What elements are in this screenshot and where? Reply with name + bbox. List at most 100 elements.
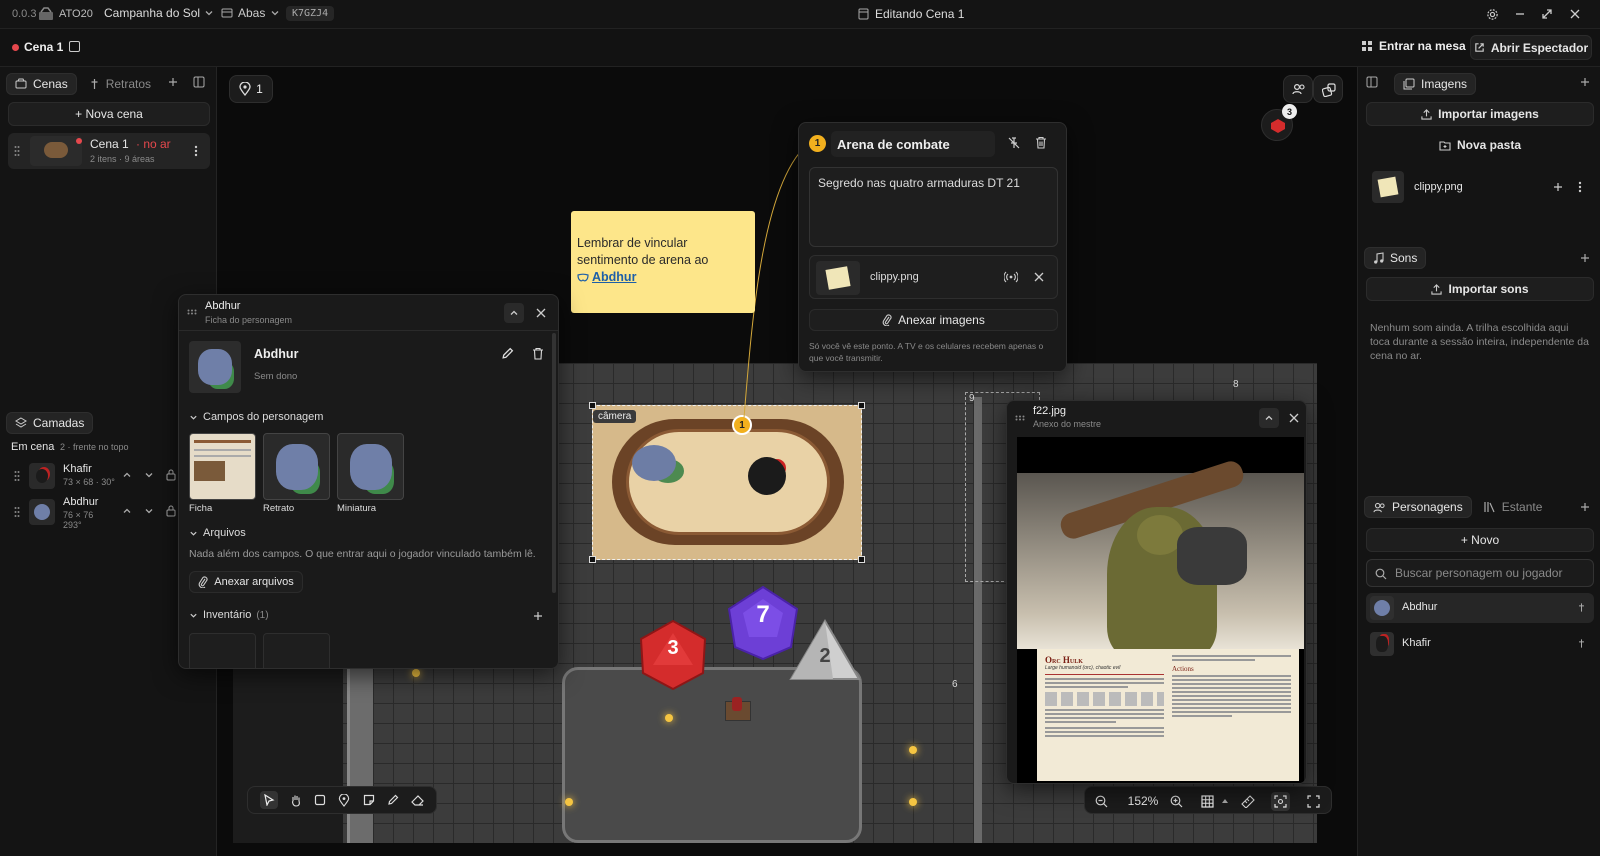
resize-handle[interactable] [589, 556, 596, 563]
attach-files-button[interactable]: Anexar arquivos [189, 571, 303, 593]
pin-off-icon[interactable] [1007, 136, 1021, 150]
collapse-panel-icon[interactable] [1366, 76, 1378, 88]
broadcast-icon[interactable] [1004, 271, 1018, 283]
area-note-textarea[interactable]: Segredo nas quatro armaduras DT 21 [809, 167, 1058, 247]
area-title-input[interactable]: Arena de combate [831, 131, 995, 157]
minimize-icon[interactable] [1514, 8, 1526, 20]
more-vertical-icon[interactable] [1578, 181, 1582, 193]
pencil-icon[interactable] [387, 794, 399, 806]
sticky-note-icon[interactable] [363, 794, 375, 806]
close-icon[interactable] [1289, 413, 1299, 423]
layer-item[interactable]: Khafir 73 × 68 · 30° [8, 460, 180, 492]
add-icon[interactable] [533, 611, 543, 621]
collapse-button[interactable] [504, 303, 524, 323]
tab-portraits[interactable]: Retratos [81, 73, 159, 95]
collapse-button[interactable] [1259, 408, 1279, 428]
add-icon[interactable] [1580, 502, 1590, 512]
add-icon[interactable] [168, 77, 178, 87]
tab-images[interactable]: Imagens [1394, 73, 1477, 95]
import-images-button[interactable]: Importar imagens [1366, 102, 1594, 126]
close-icon[interactable] [1034, 272, 1044, 282]
enter-table-button[interactable]: Entrar na mesa [1361, 39, 1466, 53]
settings-gear-icon[interactable] [1486, 8, 1499, 21]
sheet-header[interactable]: Abdhur Ficha do personagem [179, 295, 558, 331]
drag-handle-icon[interactable] [14, 506, 20, 518]
campaign-selector[interactable]: Campanha do Sol [104, 6, 214, 20]
session-code[interactable]: K7GZJ4 [286, 6, 335, 21]
resize-handle[interactable] [858, 402, 865, 409]
pin-icon[interactable] [1577, 602, 1586, 613]
dice-roll-widget[interactable]: 3 [1261, 104, 1297, 141]
tab-characters[interactable]: Personagens [1364, 496, 1472, 518]
import-sounds-button[interactable]: Importar sons [1366, 277, 1594, 301]
resize-handle[interactable] [589, 402, 596, 409]
drag-handle-icon[interactable] [14, 470, 20, 482]
zoom-in-icon[interactable] [1170, 795, 1183, 808]
scrollbar-thumb[interactable] [552, 333, 556, 593]
open-spectator-button[interactable]: Abrir Espectador [1470, 35, 1592, 60]
lock-icon[interactable] [166, 505, 176, 517]
attach-images-button[interactable]: Anexar imagens [809, 309, 1058, 331]
new-scene-button[interactable]: + Nova cena [8, 102, 210, 126]
files-section-toggle[interactable]: Arquivos [189, 527, 246, 539]
character-list-item[interactable]: Khafir [1366, 629, 1594, 659]
field-miniature-thumbnail[interactable] [337, 433, 404, 500]
sticky-note[interactable]: Lembrar de vincular sentimento de arena … [571, 211, 755, 313]
ruler-icon[interactable] [1241, 795, 1255, 808]
focus-camera-icon[interactable] [1271, 792, 1290, 811]
caret-up-icon[interactable] [1221, 797, 1229, 805]
inventory-slot[interactable] [263, 633, 330, 668]
map-pin-icon[interactable] [338, 793, 350, 807]
stop-icon[interactable] [69, 41, 80, 52]
inventory-slot[interactable] [189, 633, 256, 668]
maximize-icon[interactable] [1541, 8, 1553, 20]
drag-handle-icon[interactable] [187, 309, 197, 315]
viewer-image[interactable]: Orc Hulk Large humanoid (orc), chaotic e… [1017, 437, 1304, 783]
chevron-down-icon[interactable] [144, 506, 154, 516]
chevron-down-icon[interactable] [144, 470, 154, 480]
fullscreen-icon[interactable] [1307, 795, 1320, 808]
edit-pencil-icon[interactable] [501, 347, 514, 360]
more-vertical-icon[interactable] [194, 145, 198, 157]
field-portrait-thumbnail[interactable] [263, 433, 330, 500]
attachment-item[interactable]: clippy.png [809, 255, 1058, 299]
image-list-item[interactable]: clippy.png [1366, 169, 1594, 205]
scene-list-item[interactable]: Cena 1 · no ar 2 itens · 9 áreas [8, 133, 210, 169]
hand-pan-icon[interactable] [290, 794, 302, 807]
tab-scenes[interactable]: Cenas [6, 73, 77, 95]
grid-toggle-icon[interactable] [1201, 795, 1214, 808]
add-icon[interactable] [1553, 182, 1563, 192]
select-pointer-icon[interactable] [260, 791, 279, 809]
viewer-header[interactable]: f22.jpg Anexo do mestre [1007, 401, 1306, 435]
close-icon[interactable] [536, 308, 546, 318]
collapse-panel-icon[interactable] [193, 76, 205, 88]
layer-item[interactable]: Abdhur 76 × 76 293° [8, 494, 180, 530]
trash-icon[interactable] [1035, 136, 1047, 149]
rectangle-icon[interactable] [314, 794, 326, 806]
character-list-item[interactable]: Abdhur [1366, 593, 1594, 623]
new-folder-button[interactable]: Nova pasta [1366, 133, 1594, 157]
drag-handle-icon[interactable] [14, 145, 20, 157]
character-search-input[interactable]: Buscar personagem ou jogador [1366, 559, 1594, 587]
pin-icon[interactable] [1577, 638, 1586, 649]
tab-sounds[interactable]: Sons [1364, 247, 1427, 269]
fields-section-toggle[interactable]: Campos do personagem [189, 411, 323, 423]
character-portrait[interactable] [189, 341, 241, 393]
die-d20[interactable]: 3 [637, 619, 709, 691]
die-d4[interactable]: 2 [789, 619, 861, 683]
tab-shelf[interactable]: Estante [1476, 496, 1551, 518]
add-icon[interactable] [1580, 77, 1590, 87]
chevron-up-icon[interactable] [122, 506, 132, 516]
drag-handle-icon[interactable] [1015, 415, 1025, 421]
lock-icon[interactable] [166, 469, 176, 481]
resize-handle[interactable] [858, 556, 865, 563]
field-sheet-thumbnail[interactable] [189, 433, 256, 500]
dice-tray-button[interactable] [1313, 75, 1343, 103]
trash-icon[interactable] [532, 347, 544, 360]
new-character-button[interactable]: + Novo [1366, 528, 1594, 552]
eraser-icon[interactable] [411, 794, 424, 806]
chevron-up-icon[interactable] [122, 470, 132, 480]
inventory-section-toggle[interactable]: Inventário (1) [189, 609, 269, 621]
sticky-note-link[interactable]: Abdhur [592, 269, 636, 286]
close-window-icon[interactable] [1569, 8, 1581, 20]
